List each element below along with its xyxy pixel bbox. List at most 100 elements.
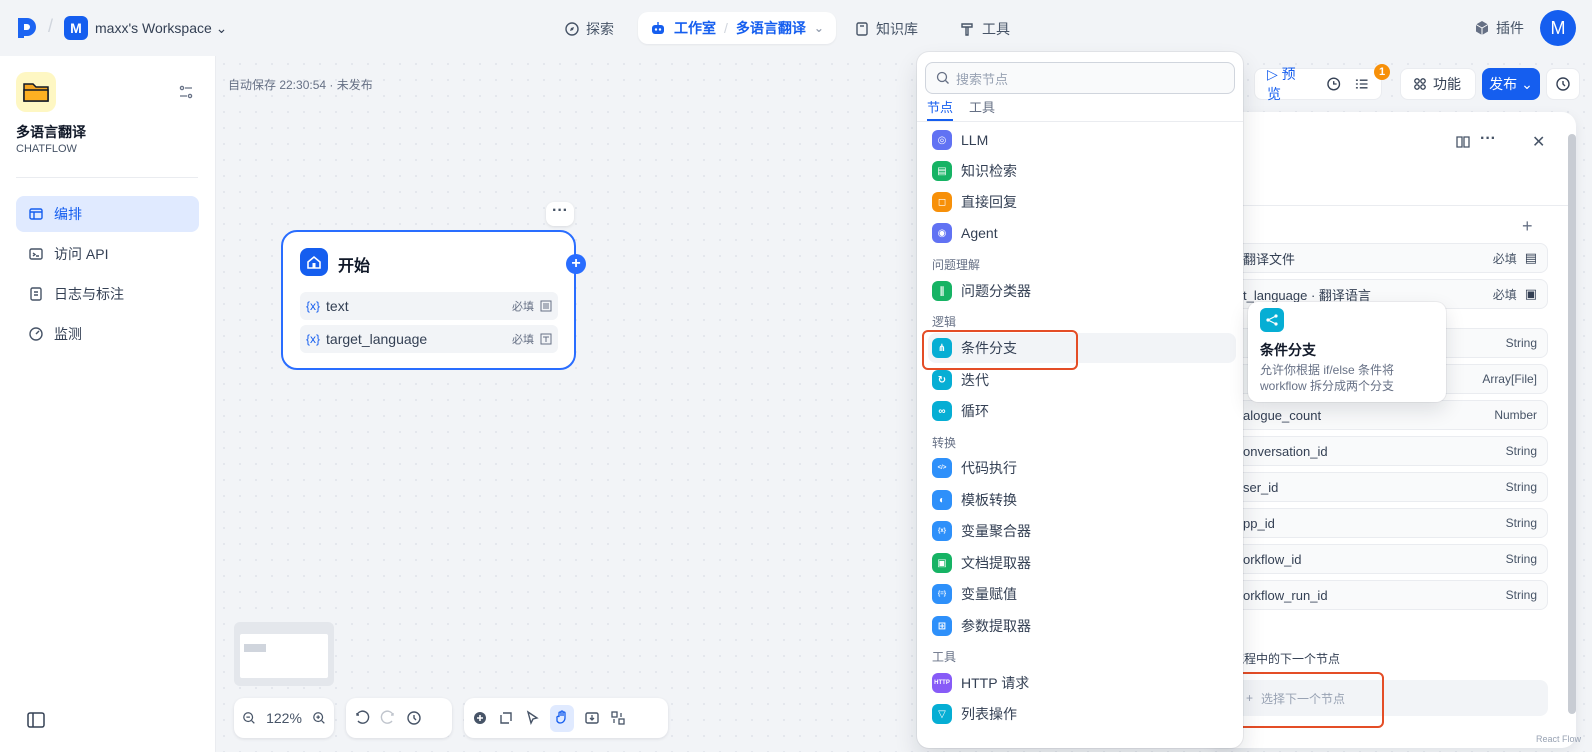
- close-icon[interactable]: ✕: [1532, 132, 1545, 152]
- panel-var-row: pp_id String: [1232, 508, 1548, 538]
- robot-icon: [652, 22, 664, 34]
- node-option[interactable]: ▤ 知识检索: [928, 156, 1236, 186]
- minimap[interactable]: [234, 622, 334, 686]
- highlight-box: [922, 330, 1078, 370]
- node-option-label: 迭代: [961, 372, 989, 388]
- node-category-label: 逻辑: [932, 315, 957, 329]
- start-var-text[interactable]: {x} text 必填: [300, 292, 558, 320]
- compass-icon: [565, 22, 579, 36]
- version-history-button[interactable]: [1546, 68, 1580, 100]
- panel-var-row: orkflow_id String: [1232, 544, 1548, 574]
- var-name: 翻译文件: [1243, 251, 1296, 267]
- node-option[interactable]: ◻ 直接回复: [928, 187, 1236, 217]
- react-flow-attribution[interactable]: React Flow: [1536, 734, 1581, 744]
- organize-icon[interactable]: [610, 710, 626, 726]
- checklist-icon[interactable]: [1354, 76, 1369, 92]
- node-more-button[interactable]: ···: [546, 202, 574, 226]
- var-name: orkflow_id: [1243, 551, 1302, 567]
- publish-button[interactable]: 发布 ⌄: [1482, 68, 1540, 100]
- export-image-icon[interactable]: [584, 710, 600, 726]
- node-option[interactable]: HTTP HTTP 请求: [928, 668, 1236, 698]
- var-type: String: [1505, 444, 1537, 458]
- node-option[interactable]: ▽ 列表操作: [928, 699, 1236, 729]
- node-option-label: 变量聚合器: [961, 523, 1031, 539]
- node-option[interactable]: ⊞ 参数提取器: [928, 611, 1236, 641]
- sidebar-divider: [16, 177, 198, 178]
- var-type: String: [1505, 336, 1537, 350]
- add-note-icon[interactable]: [498, 710, 514, 726]
- node-option[interactable]: ▣ 文档提取器: [928, 548, 1236, 578]
- paragraph-icon: [540, 300, 552, 312]
- sidebar-item-label: 编排: [54, 206, 82, 222]
- nav-app-label[interactable]: 多语言翻译: [736, 18, 806, 38]
- node-type-icon: {=}: [932, 584, 952, 604]
- node-option-label: 问题分类器: [961, 283, 1031, 299]
- tab-nodes[interactable]: 节点: [927, 97, 953, 116]
- node-option[interactable]: {x} 变量聚合器: [928, 516, 1236, 546]
- sidebar-item-monitoring[interactable]: 监测: [16, 316, 199, 352]
- redo-icon[interactable]: [380, 710, 396, 726]
- nav-studio[interactable]: 工作室 / 多语言翻译 ⌄: [638, 12, 836, 44]
- panel-var-row: orkflow_run_id String: [1232, 580, 1548, 610]
- plugins-label: 插件: [1496, 20, 1524, 36]
- node-option[interactable]: {=} 变量赋值: [928, 579, 1236, 609]
- panel-scrollbar[interactable]: [1568, 134, 1576, 714]
- node-option[interactable]: ◐ 模板转换: [928, 485, 1236, 515]
- node-option[interactable]: ◉ Agent: [928, 218, 1236, 248]
- node-option[interactable]: ∥ 问题分类器: [928, 276, 1236, 306]
- publish-label: 发布: [1489, 76, 1518, 92]
- app-settings-icon[interactable]: [178, 84, 194, 100]
- hand-tool[interactable]: [550, 704, 574, 732]
- sidebar-item-orchestrate[interactable]: 编排: [16, 196, 199, 232]
- nav-knowledge[interactable]: 知识库: [842, 13, 930, 45]
- collapse-sidebar-icon[interactable]: [27, 712, 45, 728]
- var-name: orkflow_run_id: [1243, 587, 1328, 603]
- node-option[interactable]: </> 代码执行: [928, 453, 1236, 483]
- nav-explore[interactable]: 探索: [552, 13, 626, 45]
- dify-logo[interactable]: [16, 16, 38, 40]
- node-option[interactable]: ∞ 循环: [928, 396, 1236, 426]
- features-button[interactable]: 功能: [1400, 68, 1476, 100]
- add-node-icon[interactable]: [472, 710, 488, 726]
- panel-var-row[interactable]: 翻译文件 必填 ▤: [1232, 243, 1548, 273]
- zoom-in-icon[interactable]: [312, 710, 326, 726]
- nav-studio-label: 工作室: [674, 20, 716, 36]
- nav-explore-label: 探索: [586, 21, 614, 37]
- plugins-button[interactable]: 插件: [1474, 18, 1524, 38]
- docs-icon[interactable]: [1455, 134, 1471, 150]
- node-type-icon: ∞: [932, 401, 952, 421]
- preview-button[interactable]: ▷ 预览: [1267, 64, 1308, 104]
- sidebar-item-api[interactable]: 访问 API: [16, 236, 199, 272]
- workspace-badge[interactable]: M: [64, 16, 88, 40]
- avatar[interactable]: M: [1540, 10, 1576, 46]
- add-next-node-button[interactable]: +: [566, 254, 586, 274]
- history-icon[interactable]: [406, 710, 422, 726]
- search-input[interactable]: 搜索节点: [925, 62, 1235, 94]
- var-type: Number: [1494, 408, 1537, 422]
- undo-icon[interactable]: [354, 710, 370, 726]
- breadcrumb-separator: /: [48, 16, 54, 36]
- tooltip-description: 允许你根据 if/else 条件将 workflow 拆分成两个分支: [1260, 363, 1395, 393]
- features-label: 功能: [1433, 76, 1461, 92]
- app-type: CHATFLOW: [16, 143, 77, 155]
- node-option-label: 参数提取器: [961, 618, 1031, 634]
- zoom-out-icon[interactable]: [242, 710, 256, 726]
- node-option-label: 循环: [961, 403, 989, 419]
- node-option[interactable]: ◎ LLM: [928, 125, 1236, 155]
- required-label: 必填: [512, 334, 534, 346]
- zoom-level[interactable]: 122%: [266, 710, 302, 726]
- tab-tools[interactable]: 工具: [969, 97, 995, 116]
- checklist-run-icon[interactable]: [1326, 76, 1341, 92]
- nav-tools[interactable]: 工具: [948, 13, 1022, 45]
- panel-more-icon[interactable]: ···: [1480, 130, 1496, 148]
- add-variable-icon[interactable]: +: [1522, 216, 1533, 237]
- sidebar-item-logs[interactable]: 日志与标注: [16, 276, 199, 312]
- chevron-down-icon: ⌄: [813, 21, 824, 35]
- pointer-icon[interactable]: [524, 710, 540, 726]
- app-icon: [16, 72, 56, 112]
- history-icon: [1556, 77, 1570, 91]
- run-actions: ▷ 预览: [1254, 66, 1382, 102]
- start-var-target-language[interactable]: {x} target_language 必填: [300, 325, 558, 353]
- workspace-selector[interactable]: maxx's Workspace ⌄: [95, 20, 227, 37]
- dashboard-icon: [29, 327, 43, 341]
